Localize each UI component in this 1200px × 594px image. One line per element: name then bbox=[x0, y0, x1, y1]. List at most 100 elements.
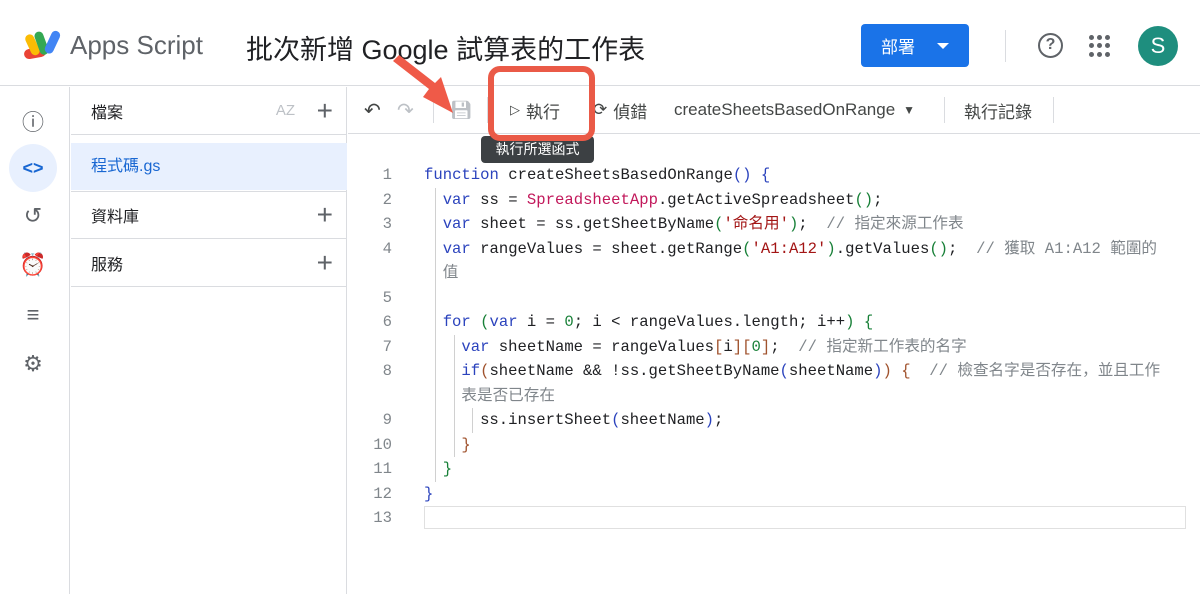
indent-guide bbox=[424, 457, 443, 482]
code-token: { bbox=[760, 166, 771, 184]
divider bbox=[944, 97, 945, 123]
libraries-label: 資料庫 bbox=[91, 209, 140, 226]
code-line[interactable]: 4 var rangeValues = sheet.getRange('A1:A1… bbox=[348, 236, 1200, 261]
code-line[interactable]: 9 ss.insertSheet(sheetName); bbox=[348, 408, 1200, 433]
function-select[interactable]: createSheetsBasedOnRange ▼ bbox=[674, 87, 915, 133]
indent-guide bbox=[424, 383, 443, 408]
undo-icon[interactable]: ↶ bbox=[364, 87, 381, 133]
file-item[interactable]: 程式碼.gs bbox=[71, 143, 347, 190]
line-number: 2 bbox=[382, 190, 392, 209]
code-token: .getActiveSpreadsheet bbox=[657, 190, 855, 209]
code-token: 0 bbox=[564, 313, 574, 331]
code-text: if(sheetName && !ss.getSheetByName(sheet… bbox=[424, 359, 1160, 384]
annotation-arrow-icon bbox=[393, 55, 453, 113]
code-token: // 檢查名字是否存在，並且工作 bbox=[929, 362, 1161, 380]
gear-icon[interactable]: ⚙ bbox=[9, 340, 57, 388]
code-token: if bbox=[461, 362, 481, 380]
alarm-clock-icon[interactable]: ⏰ bbox=[9, 241, 57, 289]
code-token: } bbox=[424, 484, 434, 503]
code-token: ][ bbox=[732, 337, 752, 356]
line-number: 4 bbox=[382, 239, 392, 258]
indent-guide bbox=[424, 236, 443, 261]
line-number: 1 bbox=[382, 166, 392, 184]
info-icon[interactable]: ⓘ bbox=[9, 97, 57, 145]
code-token: ; bbox=[948, 239, 977, 258]
avatar[interactable]: S bbox=[1138, 26, 1178, 66]
add-file-button[interactable]: + bbox=[317, 95, 333, 127]
code-line[interactable]: 13 bbox=[348, 506, 1200, 531]
code-line[interactable]: 2 var ss = SpreadsheetApp.getActiveSpread… bbox=[348, 187, 1200, 212]
indent-guide bbox=[442, 383, 462, 408]
code-token: 表是否已存在 bbox=[461, 386, 555, 405]
line-number: 8 bbox=[382, 362, 392, 380]
app-name: Apps Script bbox=[70, 30, 203, 60]
code-token: var bbox=[461, 337, 490, 356]
indent-guide bbox=[424, 187, 443, 212]
left-rail: ⓘ <> ↺ ⏰ ≡ ⚙ bbox=[0, 87, 70, 594]
help-icon[interactable]: ? bbox=[1038, 33, 1063, 58]
code-token: 'A1:A12' bbox=[751, 239, 827, 258]
deploy-button[interactable]: 部署 bbox=[861, 24, 969, 67]
code-token: .getValues bbox=[835, 239, 930, 258]
history-icon[interactable]: ↺ bbox=[9, 192, 57, 240]
code-token: i bbox=[723, 337, 733, 356]
code-token: ; bbox=[798, 215, 827, 233]
execution-log-button[interactable]: 執行記錄 bbox=[964, 87, 1032, 133]
code-token: { bbox=[901, 362, 911, 380]
code-token: ; bbox=[873, 190, 883, 209]
code-line[interactable]: 10} bbox=[348, 432, 1200, 457]
files-title: 檔案 bbox=[91, 104, 124, 122]
indent-guide bbox=[442, 432, 462, 457]
code-line[interactable]: 11} bbox=[348, 457, 1200, 482]
code-line[interactable]: 7 var sheetName = rangeValues[i][0]; // 指… bbox=[348, 334, 1200, 359]
line-number: 11 bbox=[373, 460, 392, 478]
code-line[interactable]: 12} bbox=[348, 482, 1200, 507]
code-line[interactable]: 8 if(sheetName && !ss.getSheetByName(shee… bbox=[348, 359, 1200, 384]
code-text: } bbox=[424, 482, 433, 507]
code-line-wrap[interactable]: 值 bbox=[348, 261, 1200, 286]
indent-guide bbox=[442, 334, 462, 359]
apps-grid-icon[interactable] bbox=[1089, 35, 1111, 57]
code-editor[interactable]: 1 function createSheetsBasedOnRange() {2 v… bbox=[348, 135, 1200, 594]
code-token: 0 bbox=[751, 337, 761, 356]
code-token: sheetName bbox=[620, 411, 705, 429]
code-token: // 指定來源工作表 bbox=[826, 215, 964, 233]
code-line[interactable]: 5 bbox=[348, 285, 1200, 310]
code-line[interactable]: 6 for (var i = 0; i < rangeValues.length;… bbox=[348, 310, 1200, 335]
line-number: 13 bbox=[373, 509, 392, 527]
indent-guide bbox=[424, 359, 443, 384]
code-line[interactable]: 3 var sheet = ss.getSheetByName('命名用'); /… bbox=[348, 212, 1200, 237]
function-select-value: createSheetsBasedOnRange bbox=[674, 100, 896, 119]
debug-label: 偵錯 bbox=[613, 102, 648, 122]
add-library-button[interactable]: + bbox=[317, 199, 333, 231]
indent-guide bbox=[424, 212, 443, 237]
apps-script-logo bbox=[24, 30, 61, 60]
code-text: } bbox=[424, 432, 471, 457]
caret-down-icon bbox=[937, 42, 949, 49]
app-header: Apps Script 批次新增 Google 試算表的工作表 部署 ? S bbox=[0, 0, 1200, 86]
code-text: var sheetName = rangeValues[i][0]; // 指定… bbox=[424, 334, 967, 359]
indent-guide bbox=[461, 408, 481, 433]
files-header: 檔案 AZ + bbox=[71, 87, 347, 135]
indent-guide bbox=[424, 334, 443, 359]
indent-guide bbox=[424, 285, 443, 310]
editor-toolbar: ↶ ↷ 💾︎ ▷ 執行 ⟳ 偵錯 createSheetsBasedOnRange ▼… bbox=[348, 87, 1200, 134]
sort-az-icon[interactable]: AZ bbox=[276, 102, 295, 119]
code-token: createSheetsBasedOnRange bbox=[498, 166, 733, 184]
line-number: 3 bbox=[382, 215, 392, 233]
executions-list-icon[interactable]: ≡ bbox=[9, 291, 57, 339]
code-token: '命名用' bbox=[723, 215, 789, 233]
indent-guide bbox=[424, 432, 443, 457]
code-icon[interactable]: <> bbox=[9, 144, 57, 192]
debug-button[interactable]: ⟳ 偵錯 bbox=[593, 87, 647, 133]
code-text: function createSheetsBasedOnRange() { bbox=[424, 163, 770, 188]
code-token: sheetName = rangeValues bbox=[489, 337, 715, 356]
code-line[interactable]: 1 function createSheetsBasedOnRange() { bbox=[348, 163, 1200, 188]
code-line-wrap[interactable]: 表是否已存在 bbox=[348, 383, 1200, 408]
code-token: } bbox=[442, 460, 453, 478]
add-service-button[interactable]: + bbox=[317, 247, 333, 279]
code-token: ; i < rangeValues.length; i++ bbox=[573, 313, 846, 331]
